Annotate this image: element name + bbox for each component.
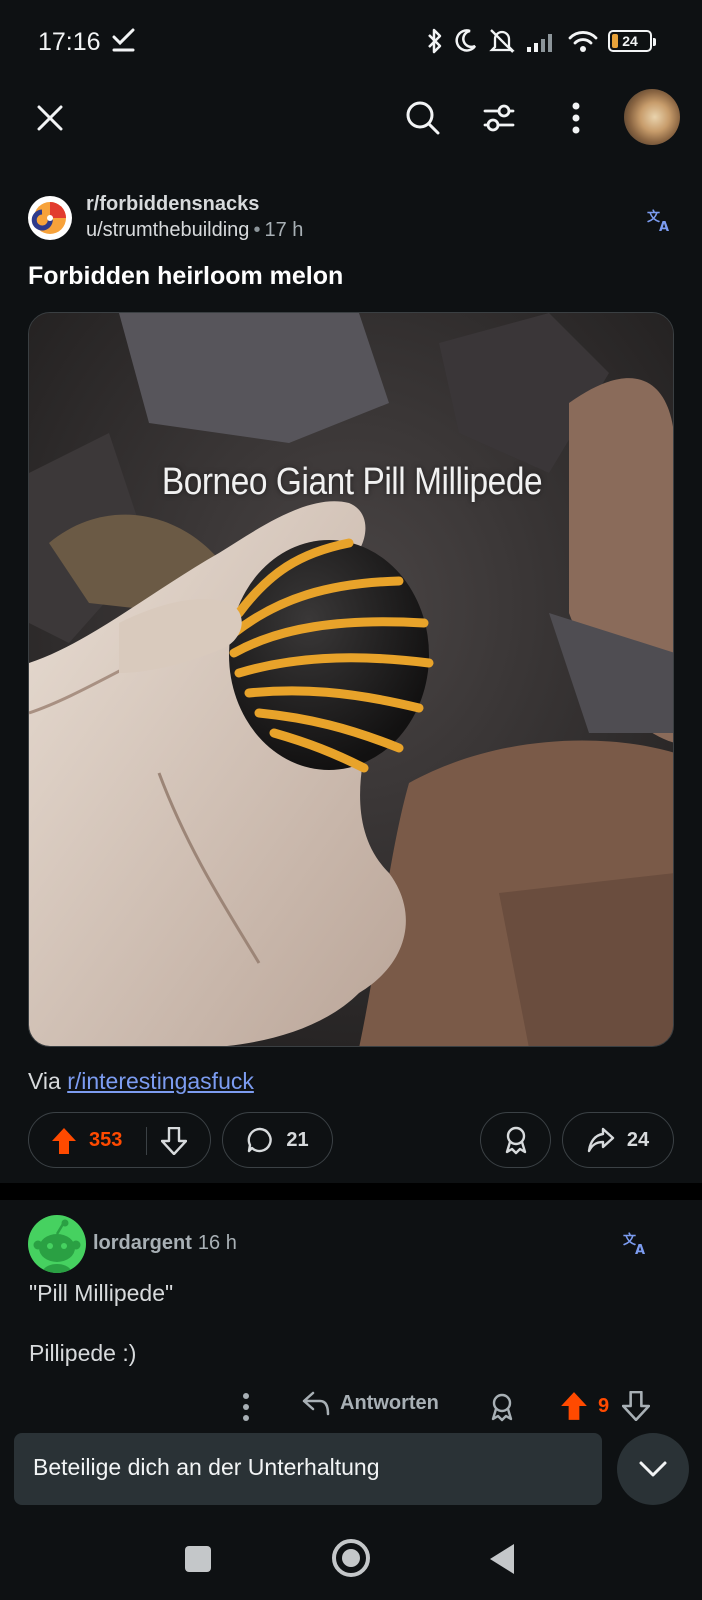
collapse-button[interactable]	[617, 1433, 689, 1505]
post-age: 17 h	[264, 219, 304, 241]
share-icon	[587, 1127, 615, 1153]
svg-text:A: A	[659, 220, 669, 234]
search-button[interactable]	[401, 96, 445, 140]
comment-score: 9	[598, 1395, 610, 1417]
close-icon	[37, 105, 63, 131]
svg-text:A: A	[635, 1243, 645, 1257]
top-app-bar	[0, 84, 702, 152]
post-author[interactable]: u/strumthebuilding	[86, 219, 249, 241]
upvote-icon[interactable]	[560, 1391, 588, 1421]
downvote-icon[interactable]	[622, 1391, 650, 1421]
upvote-icon[interactable]	[51, 1127, 77, 1155]
status-bar: 17:16 24	[0, 0, 702, 84]
more-options-button[interactable]	[554, 96, 598, 140]
more-vertical-icon[interactable]	[232, 1392, 260, 1422]
via-link[interactable]: r/interestingasfuck	[67, 1068, 254, 1094]
meta-separator: •	[253, 219, 261, 241]
recents-button[interactable]	[185, 1546, 211, 1572]
subreddit-logo-icon	[31, 202, 66, 234]
award-icon[interactable]	[488, 1392, 516, 1422]
moon-icon	[455, 29, 477, 52]
translate-icon[interactable]: 文 A	[622, 1229, 650, 1257]
user-avatar[interactable]	[624, 89, 680, 145]
status-time: 17:16	[38, 28, 101, 56]
check-icon	[112, 28, 135, 52]
close-button[interactable]	[28, 96, 72, 140]
bluetooth-icon	[428, 28, 442, 54]
post-title[interactable]: Forbidden heirloom melon	[28, 262, 343, 291]
comment-icon	[247, 1127, 273, 1153]
vote-separator	[146, 1127, 147, 1155]
award-icon	[505, 1126, 526, 1155]
vote-control: 353	[28, 1112, 211, 1168]
filter-icon	[483, 104, 515, 132]
via-label: Via	[28, 1068, 61, 1094]
more-vertical-icon	[572, 102, 580, 134]
subreddit-name[interactable]: r/forbiddensnacks	[86, 193, 259, 216]
comment-body-line: Pillipede :)	[29, 1340, 137, 1366]
post-score: 353	[89, 1129, 123, 1151]
post-header: r/forbiddensnacks u/strumthebuilding • 17 …	[28, 190, 678, 250]
share-count: 24	[626, 1128, 650, 1151]
comment-count: 21	[286, 1128, 309, 1151]
battery-level: 24	[622, 33, 638, 49]
search-icon	[406, 101, 440, 135]
translate-icon[interactable]: 文 A	[646, 206, 674, 234]
comment-author[interactable]: lordargent	[93, 1232, 192, 1254]
downvote-icon[interactable]	[161, 1127, 187, 1155]
post-meta: u/strumthebuilding • 17 h	[86, 219, 303, 242]
comment-avatar[interactable]	[28, 1215, 86, 1273]
sort-filter-button[interactable]	[477, 96, 521, 140]
via-text: Via r/interestingasfuck	[28, 1068, 254, 1095]
home-button[interactable]	[332, 1539, 370, 1577]
comment-input[interactable]: Beteilige dich an der Unterhaltung	[14, 1433, 602, 1505]
comment-actions: Antworten 9	[0, 1382, 702, 1432]
system-nav-bar	[0, 1520, 702, 1600]
section-divider	[0, 1183, 702, 1200]
signal-icon	[527, 34, 552, 52]
media-caption: Borneo Giant Pill Millipede	[161, 461, 543, 503]
back-button[interactable]	[490, 1544, 514, 1574]
comment-meta: lordargent 16 h	[93, 1232, 237, 1255]
snoo-avatar-icon	[33, 1219, 81, 1273]
share-button[interactable]: 24	[562, 1112, 674, 1168]
wifi-icon	[568, 31, 598, 52]
millipede-photo	[29, 313, 673, 1046]
comment-body-line: "Pill Millipede"	[29, 1280, 174, 1306]
battery-icon: 24	[608, 30, 656, 52]
reply-label: Antworten	[340, 1391, 439, 1414]
mute-icon	[489, 29, 515, 53]
comments-button[interactable]: 21	[222, 1112, 333, 1168]
chevron-down-icon	[639, 1461, 667, 1477]
subreddit-icon[interactable]	[28, 196, 72, 240]
post-media[interactable]: Borneo Giant Pill Millipede	[28, 312, 674, 1047]
comment-age: 16 h	[197, 1232, 237, 1254]
award-button[interactable]	[480, 1112, 551, 1168]
reply-icon	[302, 1391, 330, 1416]
reply-button[interactable]: Antworten	[302, 1390, 439, 1416]
